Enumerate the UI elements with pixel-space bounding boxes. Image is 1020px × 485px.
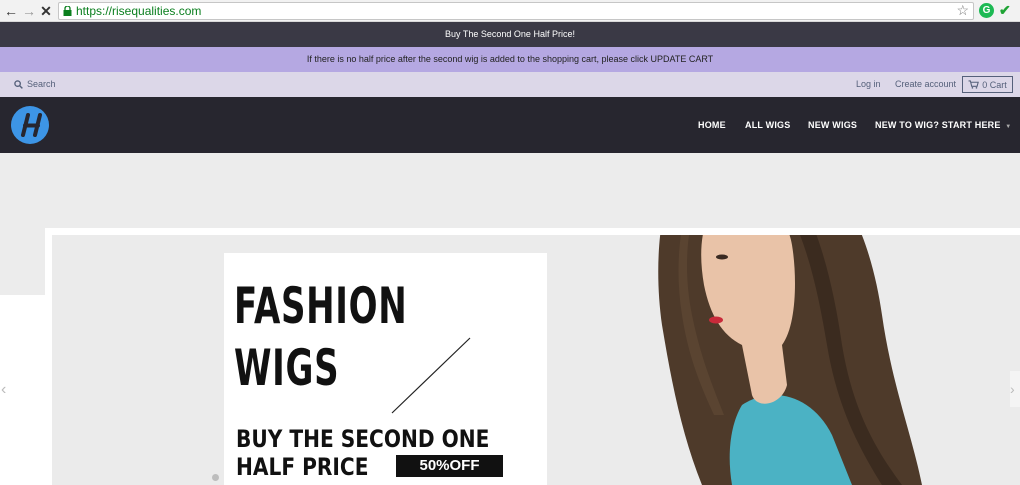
announcement-bar-secondary: If there is no half price after the seco… — [0, 47, 1020, 72]
utility-bar: Search Log in Create account 0 Cart — [0, 72, 1020, 97]
login-link[interactable]: Log in — [856, 79, 881, 89]
stop-loading-icon[interactable]: ✕ — [38, 3, 54, 19]
lock-icon — [63, 6, 72, 16]
site-header: HOME ALL WIGS NEW WIGS NEW TO WIG? START… — [0, 97, 1020, 153]
logo-h-icon — [21, 113, 42, 137]
discount-badge: 50%OFF — [396, 455, 503, 477]
create-account-link[interactable]: Create account — [895, 79, 956, 89]
hero-slideshow: FASHION WIGS BUY THE SECOND ONE HALF PRI… — [0, 153, 1020, 485]
nav-home[interactable]: HOME — [698, 120, 726, 130]
back-arrow-icon[interactable]: ← — [3, 3, 19, 19]
forward-arrow-icon[interactable]: → — [21, 3, 37, 19]
cart-icon — [968, 80, 980, 89]
dropdown-caret-icon: ▼ — [1005, 124, 1012, 130]
nav-new-to-wig[interactable]: NEW TO WIG? START HERE ▼ — [875, 120, 1011, 130]
nav-new-wigs[interactable]: NEW WIGS — [808, 120, 857, 130]
checkmark-extension-icon[interactable]: ✔ — [999, 2, 1011, 19]
nav-new-to-wig-label: NEW TO WIG? START HERE — [875, 120, 1001, 130]
site-logo[interactable] — [11, 106, 49, 144]
url-text: https://risequalities.com — [76, 4, 202, 18]
slide-prev-arrow-icon[interactable]: ‹ — [1, 381, 6, 399]
search-label: Search — [27, 79, 56, 89]
address-bar[interactable]: https://risequalities.com ☆ — [58, 2, 974, 20]
nav-all-wigs[interactable]: ALL WIGS — [745, 120, 790, 130]
browser-toolbar: ← → ✕ https://risequalities.com ☆ G ✔ — [0, 0, 1020, 22]
cart-label: 0 Cart — [982, 79, 1007, 90]
search-icon — [14, 79, 23, 89]
search-link[interactable]: Search — [14, 79, 56, 89]
slide-next-arrow-icon[interactable]: › — [1010, 371, 1020, 407]
announcement-bar-primary: Buy The Second One Half Price! — [0, 22, 1020, 47]
promo-card: FASHION WIGS BUY THE SECOND ONE HALF PRI… — [224, 253, 547, 485]
grammarly-extension-icon[interactable]: G — [979, 3, 994, 18]
promo-subtext-line1: BUY THE SECOND ONE — [236, 425, 490, 453]
slide-indicator-dot[interactable] — [212, 474, 219, 481]
cart-button[interactable]: 0 Cart — [962, 76, 1013, 93]
bookmark-star-icon[interactable]: ☆ — [956, 2, 969, 19]
